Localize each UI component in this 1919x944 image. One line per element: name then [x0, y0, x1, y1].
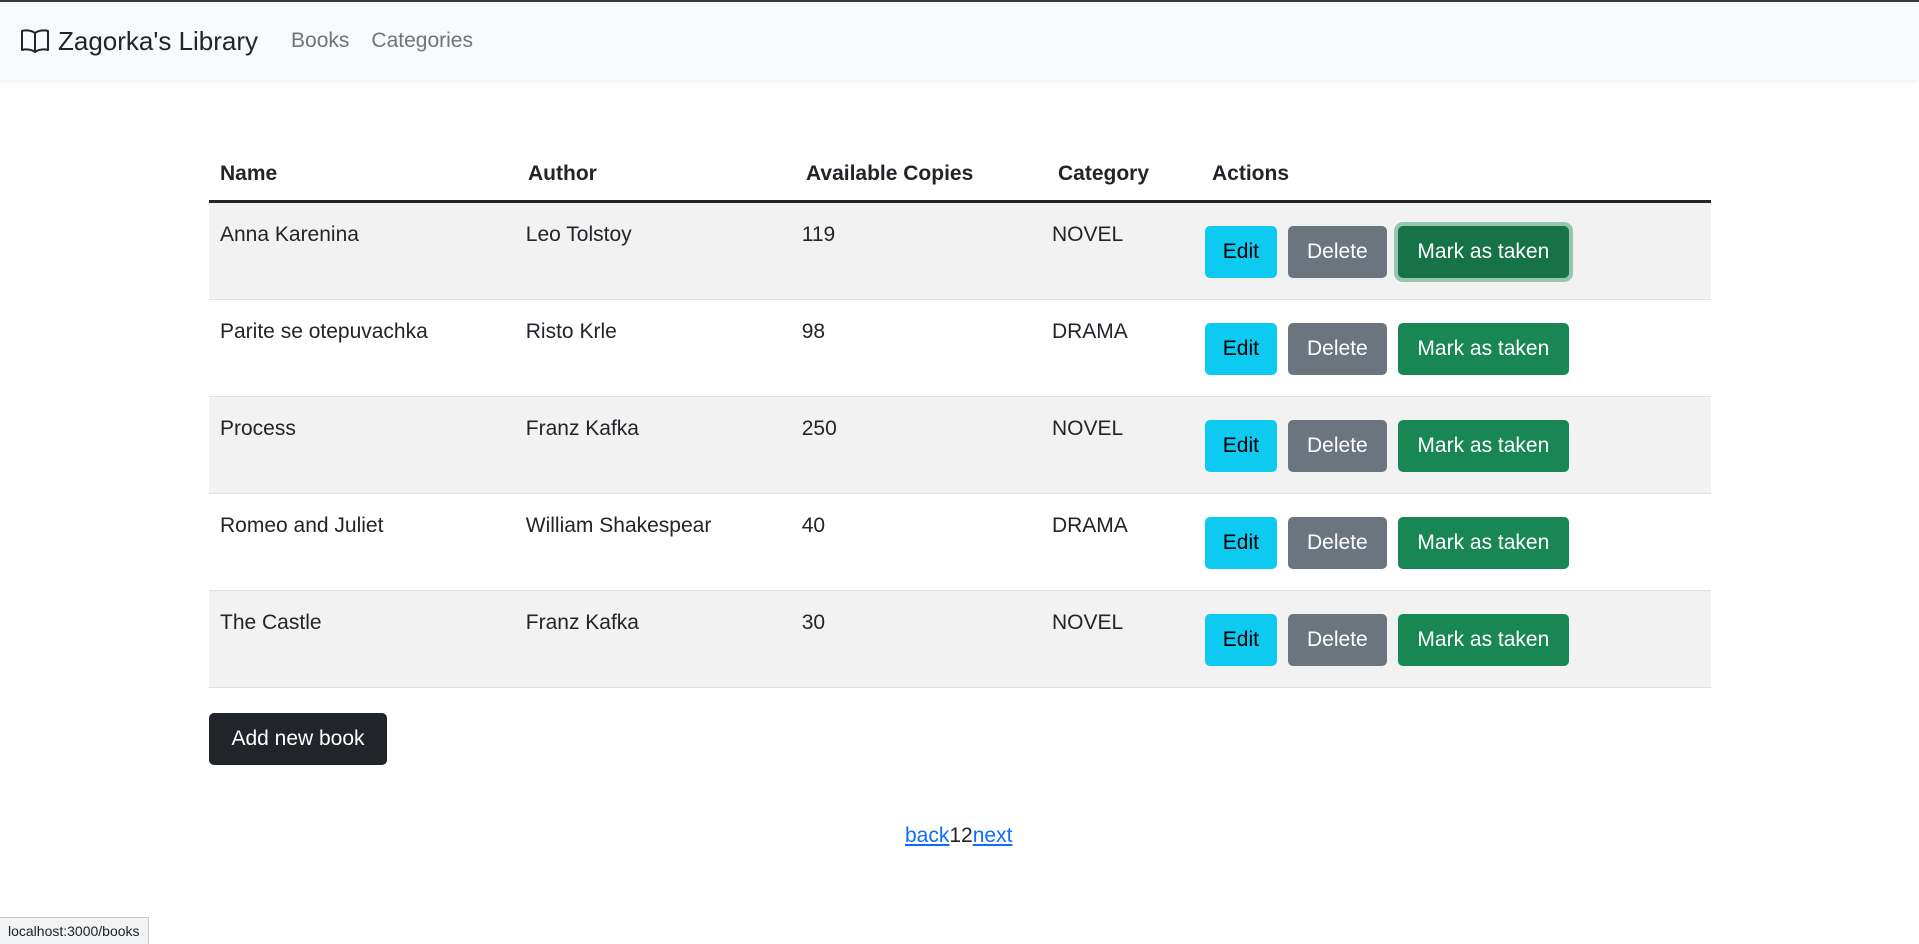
cell-author: Franz Kafka — [525, 417, 639, 440]
pagination-page-2[interactable]: 2 — [961, 824, 973, 848]
brand-title: Zagorka's Library — [58, 25, 259, 56]
cell-author: William Shakespear — [525, 514, 712, 537]
header-category: Category — [1058, 162, 1150, 185]
nav-link-books[interactable]: Books — [291, 29, 349, 53]
pagination: back 1 2 next — [905, 824, 1012, 848]
cell-category: NOVEL — [1051, 223, 1124, 246]
edit-button[interactable]: Edit — [1204, 226, 1277, 278]
book-icon — [21, 29, 49, 53]
cell-actions: Edit Delete Mark as taken — [1194, 397, 1711, 493]
cell-category: NOVEL — [1051, 611, 1124, 634]
edit-button[interactable]: Edit — [1204, 323, 1277, 375]
status-bar-url: localhost:3000/books — [0, 917, 149, 944]
mark-as-taken-button[interactable]: Mark as taken — [1397, 420, 1569, 472]
cell-actions: Edit Delete Mark as taken — [1194, 494, 1711, 590]
mark-as-taken-button[interactable]: Mark as taken — [1397, 226, 1569, 278]
header-author: Author — [528, 162, 597, 185]
edit-button[interactable]: Edit — [1204, 517, 1277, 569]
table-row: Anna Karenina Leo Tolstoy 119 NOVEL Edit… — [209, 203, 1711, 300]
cell-copies: 119 — [801, 223, 836, 246]
cell-copies: 98 — [801, 320, 826, 343]
cell-category: DRAMA — [1051, 514, 1128, 537]
pagination-back-link[interactable]: back — [905, 824, 949, 848]
header-name: Name — [220, 162, 278, 185]
cell-actions: Edit Delete Mark as taken — [1194, 203, 1711, 299]
add-new-book-button[interactable]: Add new book — [209, 713, 387, 765]
table-row: Romeo and Juliet William Shakespear 40 D… — [209, 494, 1711, 591]
cell-name: Anna Karenina — [220, 223, 359, 246]
delete-button[interactable]: Delete — [1287, 614, 1387, 666]
mark-as-taken-button[interactable]: Mark as taken — [1397, 614, 1569, 666]
nav-link-categories[interactable]: Categories — [371, 29, 473, 53]
cell-copies: 40 — [801, 514, 826, 537]
mark-as-taken-button[interactable]: Mark as taken — [1397, 517, 1569, 569]
table-row: Parite se otepuvachka Risto Krle 98 DRAM… — [209, 300, 1711, 397]
cell-category: DRAMA — [1051, 320, 1128, 343]
cell-name: Romeo and Juliet — [220, 514, 384, 537]
navbar: Zagorka's Library Books Categories — [0, 2, 1919, 80]
cell-author: Risto Krle — [525, 320, 617, 343]
table-row: Process Franz Kafka 250 NOVEL Edit Delet… — [209, 397, 1711, 494]
header-actions: Actions — [1212, 162, 1290, 185]
cell-name: Parite se otepuvachka — [220, 320, 428, 343]
cell-copies: 30 — [801, 611, 826, 634]
cell-author: Leo Tolstoy — [525, 223, 632, 246]
delete-button[interactable]: Delete — [1287, 517, 1387, 569]
cell-name: Process — [220, 417, 296, 440]
table-header: Name Author Available Copies Category Ac… — [209, 148, 1711, 203]
delete-button[interactable]: Delete — [1287, 226, 1387, 278]
pagination-page-1[interactable]: 1 — [949, 824, 961, 848]
delete-button[interactable]: Delete — [1287, 323, 1387, 375]
header-available-copies: Available Copies — [806, 162, 974, 185]
cell-actions: Edit Delete Mark as taken — [1194, 300, 1711, 396]
cell-actions: Edit Delete Mark as taken — [1194, 591, 1711, 687]
cell-category: NOVEL — [1051, 417, 1124, 440]
cell-copies: 250 — [801, 417, 837, 440]
table-row: The Castle Franz Kafka 30 NOVEL Edit Del… — [209, 591, 1711, 688]
edit-button[interactable]: Edit — [1204, 614, 1277, 666]
cell-author: Franz Kafka — [525, 611, 639, 634]
brand-link[interactable]: Zagorka's Library — [20, 26, 258, 57]
edit-button[interactable]: Edit — [1204, 420, 1277, 472]
pagination-next-link[interactable]: next — [973, 824, 1013, 848]
mark-as-taken-button[interactable]: Mark as taken — [1397, 323, 1569, 375]
cell-name: The Castle — [220, 611, 322, 634]
delete-button[interactable]: Delete — [1287, 420, 1387, 472]
books-table: Name Author Available Copies Category Ac… — [209, 148, 1711, 688]
